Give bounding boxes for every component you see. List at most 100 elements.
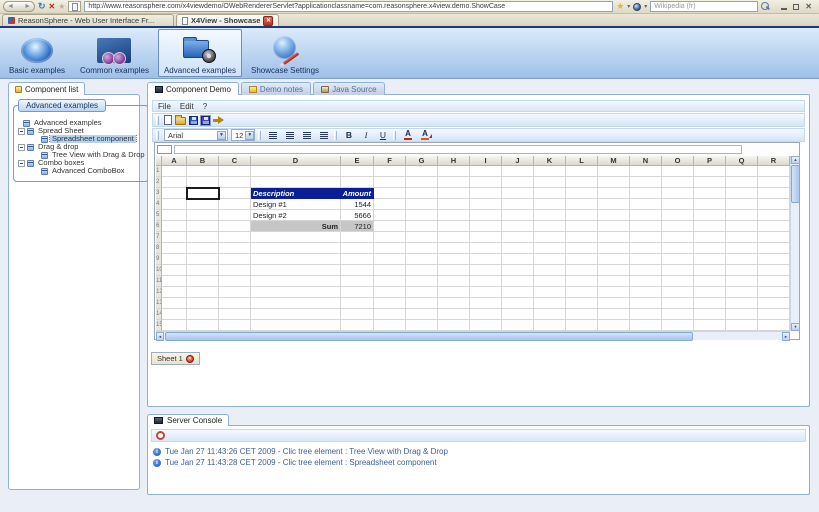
tab-server-console[interactable]: Server Console	[147, 414, 229, 426]
cell-J1[interactable]	[502, 166, 534, 177]
back-forward-buttons[interactable]: ◄ ►	[3, 1, 35, 12]
cell-H10[interactable]	[438, 265, 470, 276]
cell-J8[interactable]	[502, 243, 534, 254]
chevron-down-icon[interactable]: ▼	[217, 131, 226, 140]
cell-Q10[interactable]	[726, 265, 758, 276]
cell-O2[interactable]	[662, 177, 694, 188]
align-justify-button[interactable]	[317, 129, 331, 141]
cell-Q13[interactable]	[726, 298, 758, 309]
cell-C11[interactable]	[219, 276, 251, 287]
cell-H14[interactable]	[438, 309, 470, 320]
menu-item-edit[interactable]: Edit	[180, 102, 194, 111]
cell-I14[interactable]	[470, 309, 502, 320]
cell-I8[interactable]	[470, 243, 502, 254]
cell-L10[interactable]	[566, 265, 598, 276]
cell-L13[interactable]	[566, 298, 598, 309]
cell-C13[interactable]	[219, 298, 251, 309]
cell-G14[interactable]	[406, 309, 438, 320]
cell-A3[interactable]	[162, 188, 187, 199]
cell-D8[interactable]	[251, 243, 341, 254]
cell-E10[interactable]	[341, 265, 374, 276]
column-header-I[interactable]: I	[470, 156, 502, 166]
cell-L1[interactable]	[566, 166, 598, 177]
cell-C6[interactable]	[219, 221, 251, 232]
cell-L6[interactable]	[566, 221, 598, 232]
cell-Q5[interactable]	[726, 210, 758, 221]
cell-K7[interactable]	[534, 232, 566, 243]
cell-Q4[interactable]	[726, 199, 758, 210]
cell-E2[interactable]	[341, 177, 374, 188]
cell-E13[interactable]	[341, 298, 374, 309]
column-header-H[interactable]: H	[438, 156, 470, 166]
cell-F15[interactable]	[374, 320, 406, 331]
cell-L7[interactable]	[566, 232, 598, 243]
bold-button[interactable]: B	[342, 129, 356, 141]
selected-cell-outline[interactable]	[186, 187, 220, 200]
cell-G11[interactable]	[406, 276, 438, 287]
cell-N1[interactable]	[630, 166, 662, 177]
cell-A15[interactable]	[162, 320, 187, 331]
cell-K11[interactable]	[534, 276, 566, 287]
cell-M4[interactable]	[598, 199, 630, 210]
cell-O10[interactable]	[662, 265, 694, 276]
column-header-A[interactable]: A	[162, 156, 187, 166]
column-header-D[interactable]: D	[251, 156, 341, 166]
font-family-select[interactable]: Arial ▼	[164, 129, 228, 141]
search-engine-dropdown-icon[interactable]: ▾	[644, 3, 647, 10]
cell-N12[interactable]	[630, 287, 662, 298]
new-document-icon[interactable]	[164, 115, 172, 125]
cell-G1[interactable]	[406, 166, 438, 177]
cell-B5[interactable]	[187, 210, 219, 221]
cell-H5[interactable]	[438, 210, 470, 221]
column-header-L[interactable]: L	[566, 156, 598, 166]
collapse-expander-icon[interactable]	[18, 144, 25, 151]
cell-I11[interactable]	[470, 276, 502, 287]
formula-bar[interactable]	[174, 145, 742, 154]
cell-N8[interactable]	[630, 243, 662, 254]
cell-Q12[interactable]	[726, 287, 758, 298]
cell-R15[interactable]	[758, 320, 790, 331]
cell-E14[interactable]	[341, 309, 374, 320]
cell-N2[interactable]	[630, 177, 662, 188]
cell-K15[interactable]	[534, 320, 566, 331]
cell-E6[interactable]: 7210	[341, 221, 374, 232]
sheet-close-icon[interactable]: ✕	[186, 355, 194, 363]
cell-B1[interactable]	[187, 166, 219, 177]
cell-R7[interactable]	[758, 232, 790, 243]
cell-O13[interactable]	[662, 298, 694, 309]
collapse-expander-icon[interactable]	[18, 160, 25, 167]
cell-M10[interactable]	[598, 265, 630, 276]
menu-item-?[interactable]: ?	[203, 102, 207, 111]
cell-I9[interactable]	[470, 254, 502, 265]
align-left-button[interactable]	[266, 129, 280, 141]
column-header-B[interactable]: B	[187, 156, 219, 166]
cell-N9[interactable]	[630, 254, 662, 265]
cell-F6[interactable]	[374, 221, 406, 232]
cell-O7[interactable]	[662, 232, 694, 243]
cell-E1[interactable]	[341, 166, 374, 177]
cell-M3[interactable]	[598, 188, 630, 199]
cell-B9[interactable]	[187, 254, 219, 265]
cell-L15[interactable]	[566, 320, 598, 331]
cell-N10[interactable]	[630, 265, 662, 276]
tree-item[interactable]: Advanced examples	[15, 119, 147, 127]
cell-O6[interactable]	[662, 221, 694, 232]
cell-A7[interactable]	[162, 232, 187, 243]
cell-E7[interactable]	[341, 232, 374, 243]
cell-R9[interactable]	[758, 254, 790, 265]
cell-J11[interactable]	[502, 276, 534, 287]
cell-E4[interactable]: 1544	[341, 199, 374, 210]
cell-P15[interactable]	[694, 320, 726, 331]
cell-A10[interactable]	[162, 265, 187, 276]
cell-F12[interactable]	[374, 287, 406, 298]
column-header-F[interactable]: F	[374, 156, 406, 166]
cell-H15[interactable]	[438, 320, 470, 331]
cell-name-box[interactable]	[157, 145, 172, 154]
cell-I12[interactable]	[470, 287, 502, 298]
cell-Q1[interactable]	[726, 166, 758, 177]
cell-Q2[interactable]	[726, 177, 758, 188]
cell-C5[interactable]	[219, 210, 251, 221]
forward-icon[interactable]: ►	[24, 3, 31, 10]
cell-J2[interactable]	[502, 177, 534, 188]
cell-P13[interactable]	[694, 298, 726, 309]
